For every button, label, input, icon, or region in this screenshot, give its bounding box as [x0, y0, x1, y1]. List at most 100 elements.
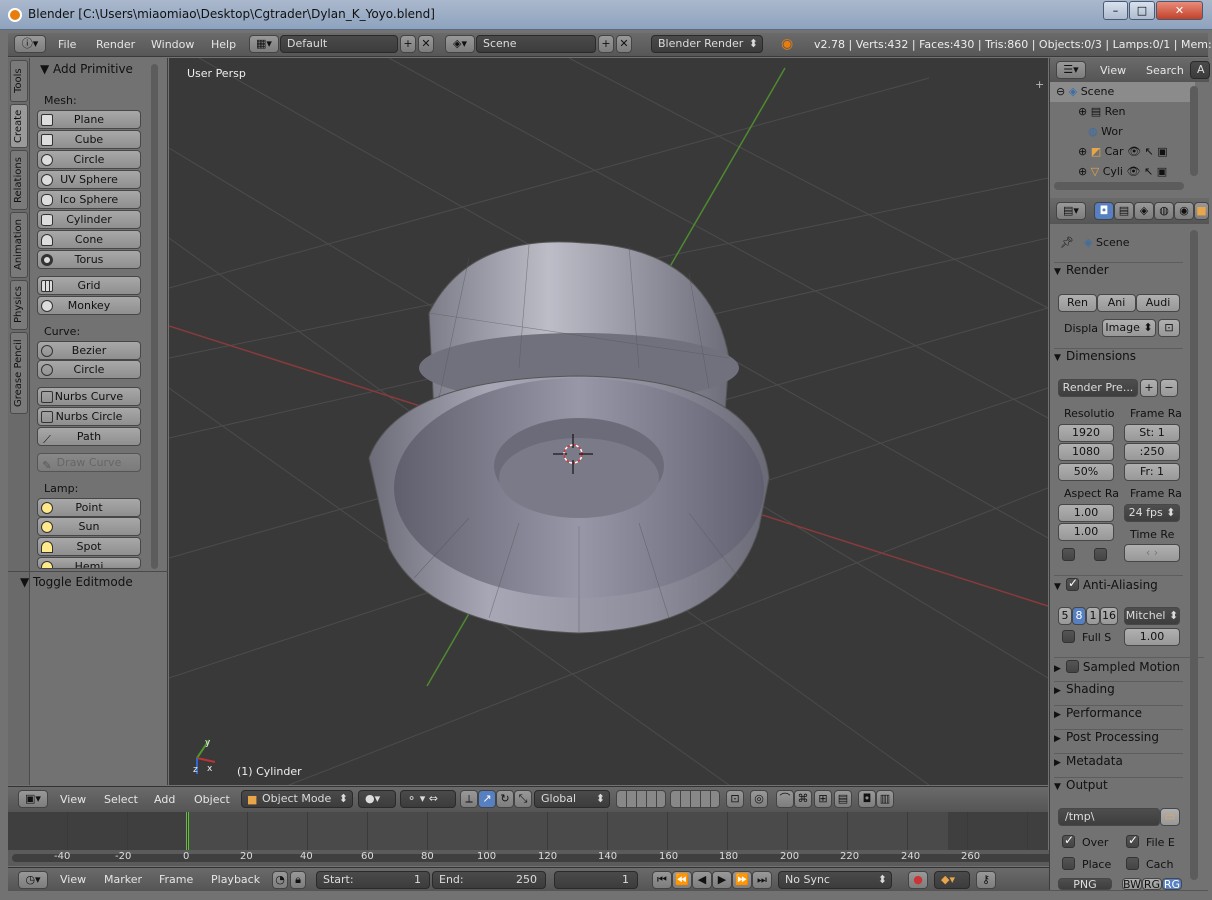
minimize-button[interactable]: –: [1103, 1, 1128, 20]
outliner-filter-field[interactable]: A: [1190, 61, 1210, 79]
add-uv-sphere-button[interactable]: UV Sphere: [37, 170, 141, 189]
fps-select[interactable]: 24 fps ⬍: [1124, 504, 1180, 522]
scene-remove-icon[interactable]: ✕: [616, 35, 632, 53]
shading-select[interactable]: ●▾: [358, 790, 396, 808]
display-lock-icon[interactable]: ⊡: [1158, 319, 1180, 337]
tool-shelf-scrollbar[interactable]: [151, 64, 158, 569]
timeline-area[interactable]: [8, 812, 1048, 850]
full-sample-checkbox[interactable]: [1062, 630, 1075, 643]
draw-curve-button[interactable]: ✎ Draw Curve: [37, 453, 141, 472]
add-cube-button[interactable]: Cube: [37, 130, 141, 149]
preset-add-icon[interactable]: +: [1140, 379, 1158, 397]
add-monkey-button[interactable]: Monkey: [37, 296, 141, 315]
pin-icon[interactable]: 📌︎: [1060, 236, 1074, 249]
panel-add-primitive[interactable]: ▼ Add Primitive: [40, 62, 133, 76]
resolution-x-field[interactable]: 1920: [1058, 424, 1114, 442]
panel-shading[interactable]: ▶ Shading: [1054, 681, 1183, 701]
add-nurbs-curve-button[interactable]: Nurbs Curve: [37, 387, 141, 406]
render-layers-tab-icon[interactable]: ▤: [1114, 202, 1134, 220]
end-frame-field[interactable]: End: 250: [432, 871, 546, 889]
panel-render[interactable]: ▼ Render: [1054, 262, 1183, 282]
add-circle-button[interactable]: Circle: [37, 150, 141, 169]
record-icon[interactable]: ●: [908, 871, 928, 889]
play-reverse-icon[interactable]: ◀: [692, 871, 712, 889]
add-grid-button[interactable]: Grid: [37, 276, 141, 295]
sync-select[interactable]: No Sync ⬍: [778, 871, 892, 889]
3d-viewport[interactable]: y x z + User Persp (1) Cylinder: [169, 58, 1048, 785]
panel-post-processing[interactable]: ▶ Post Processing: [1054, 729, 1183, 749]
outliner-v-scrollbar[interactable]: [1190, 86, 1198, 176]
timeline-menu-marker[interactable]: Marker: [104, 873, 142, 886]
output-path-field[interactable]: /tmp\: [1058, 808, 1160, 826]
color-bw-button[interactable]: BW: [1122, 878, 1142, 890]
add-nurbs-circle-button[interactable]: Nurbs Circle: [37, 407, 141, 426]
color-rgba-button[interactable]: RG: [1162, 878, 1182, 890]
manipulator-icon[interactable]: ⟂: [460, 790, 478, 808]
folder-browse-icon[interactable]: ▭: [1160, 808, 1180, 826]
outliner-item-render-layers[interactable]: ⊕ ▤ Ren: [1050, 102, 1195, 122]
aspect-x-field[interactable]: 1.00: [1058, 504, 1114, 522]
scene-field[interactable]: Scene: [476, 35, 596, 53]
tab-animation[interactable]: Animation: [10, 212, 28, 278]
menu-render[interactable]: Render: [96, 38, 135, 51]
add-torus-button[interactable]: Torus: [37, 250, 141, 269]
yoyo-mesh[interactable]: [368, 241, 770, 634]
resolution-percentage-field[interactable]: 50%: [1058, 463, 1114, 481]
frame-end-field[interactable]: :250: [1124, 443, 1180, 461]
snap-target-icon[interactable]: ⊞: [814, 790, 832, 808]
timeline-menu-frame[interactable]: Frame: [159, 873, 193, 886]
jump-start-icon[interactable]: ⏮: [652, 871, 672, 889]
add-cone-button[interactable]: Cone: [37, 230, 141, 249]
viewport-scene[interactable]: y x z +: [169, 58, 1048, 785]
render-camera-icon[interactable]: ▣: [1157, 165, 1167, 178]
resolution-y-field[interactable]: 1080: [1058, 443, 1114, 461]
jump-end-icon[interactable]: ⏭: [752, 871, 772, 889]
panel-output[interactable]: ▼ Output: [1054, 777, 1183, 797]
aa-16-button[interactable]: 16: [1100, 607, 1118, 625]
proportional-icon[interactable]: ◎: [750, 790, 768, 808]
add-plane-button[interactable]: Plane: [37, 110, 141, 129]
border-checkbox[interactable]: [1062, 548, 1075, 561]
editor-type-button[interactable]: ▣▾: [18, 790, 48, 808]
render-button[interactable]: Ren: [1058, 294, 1097, 312]
add-hemi-lamp-button[interactable]: Hemi: [37, 557, 141, 569]
menu-select[interactable]: Select: [104, 793, 138, 806]
orientation-select[interactable]: Global ⬍: [534, 790, 610, 808]
visibility-eye-icon[interactable]: 👁︎: [1127, 165, 1141, 178]
panel-toggle-editmode[interactable]: ▼ Toggle Editmode: [20, 575, 133, 589]
snap-icon[interactable]: ⌒: [776, 790, 794, 808]
add-ico-sphere-button[interactable]: Ico Sphere: [37, 190, 141, 209]
animation-button[interactable]: Ani: [1097, 294, 1136, 312]
crop-checkbox[interactable]: [1094, 548, 1107, 561]
outliner-item-world[interactable]: ◍ Wor: [1050, 122, 1195, 142]
preset-remove-icon[interactable]: −: [1160, 379, 1178, 397]
menu-view[interactable]: View: [60, 793, 86, 806]
aa-5-button[interactable]: 5: [1058, 607, 1072, 625]
file-format-select[interactable]: PNG: [1058, 878, 1112, 890]
time-remap-field[interactable]: ‹ ›: [1124, 544, 1180, 562]
layout-icon[interactable]: ▦▾: [249, 35, 279, 53]
aa-11-button[interactable]: 1: [1086, 607, 1100, 625]
outliner-menu-search[interactable]: Search: [1146, 64, 1184, 77]
panel-sampled-motion-blur[interactable]: ▶ Sampled Motion: [1054, 657, 1204, 677]
info-editor-type-button[interactable]: ⓘ▾: [14, 35, 46, 53]
tab-tools[interactable]: Tools: [10, 60, 28, 102]
translate-icon[interactable]: ↗: [478, 790, 496, 808]
placeholders-checkbox[interactable]: [1062, 857, 1075, 870]
keying-set-icon[interactable]: ◆▾: [934, 871, 970, 889]
play-icon[interactable]: ▶: [712, 871, 732, 889]
keyframe-key-icon[interactable]: ⚷: [976, 871, 996, 889]
pivot-select[interactable]: ⚬ ▾ ⇔: [400, 790, 456, 808]
scene-tab-icon[interactable]: ◈: [1134, 202, 1154, 220]
add-sun-lamp-button[interactable]: Sun: [37, 517, 141, 536]
aa-8-button[interactable]: 8: [1072, 607, 1086, 625]
menu-object[interactable]: Object: [194, 793, 230, 806]
render-engine-select[interactable]: Blender Render ⬍: [651, 35, 763, 53]
aa-filter-select[interactable]: Mitchel ⬍: [1124, 607, 1180, 625]
panel-dimensions[interactable]: ▼ Dimensions: [1054, 348, 1183, 368]
lock-icon[interactable]: 🔒︎: [290, 871, 306, 889]
viewport-corner-plus-icon[interactable]: +: [1035, 78, 1044, 91]
rotate-icon[interactable]: ↻: [496, 790, 514, 808]
timeline-menu-view[interactable]: View: [60, 873, 86, 886]
timeline-editor-type-button[interactable]: ◷▾: [18, 871, 48, 889]
